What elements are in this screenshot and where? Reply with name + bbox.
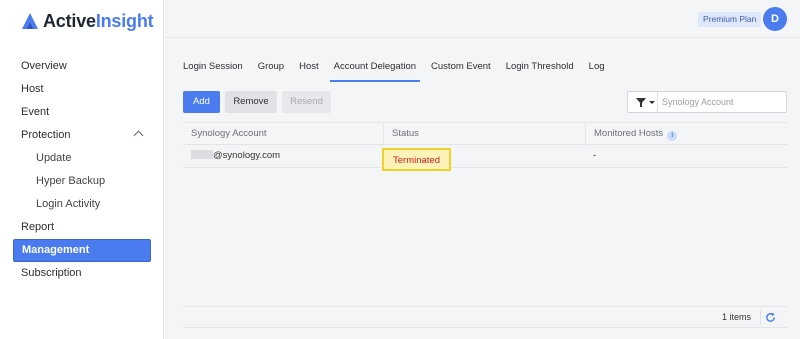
table-row[interactable]: @synology.com Terminated -: [183, 145, 787, 171]
sidebar: ActiveInsight Overview Host Event Protec…: [0, 0, 164, 339]
sidebar-item-update[interactable]: Update: [0, 147, 164, 170]
search-input[interactable]: [662, 94, 782, 110]
activeinsight-logo-icon: [22, 13, 38, 29]
refresh-icon[interactable]: [765, 312, 776, 323]
chevron-up-icon[interactable]: [133, 130, 144, 141]
redacted-username: [191, 150, 213, 159]
sidebar-item-overview[interactable]: Overview: [0, 55, 164, 78]
tab-log[interactable]: Log: [589, 56, 605, 82]
search-box: [627, 91, 787, 113]
delegation-table: Synology Account Status Monitored Hosts i…: [183, 122, 787, 171]
info-icon[interactable]: i: [667, 131, 678, 141]
sidebar-item-subscription[interactable]: Subscription: [0, 262, 164, 285]
status-badge: Terminated: [382, 148, 451, 171]
sidebar-nav: Overview Host Event Protection Update Hy…: [0, 55, 164, 285]
filter-button[interactable]: [628, 92, 658, 112]
sidebar-item-host[interactable]: Host: [0, 78, 164, 101]
brand-name: ActiveInsight: [43, 10, 154, 31]
account-cell: @synology.com: [183, 145, 383, 168]
remove-button[interactable]: Remove: [225, 91, 277, 113]
monitored-hosts-cell: -: [593, 150, 597, 161]
table-footer: 1 items: [183, 306, 787, 328]
divider: [760, 310, 761, 325]
brand-logo[interactable]: ActiveInsight: [21, 10, 154, 32]
column-header-monitored-hosts[interactable]: Monitored Hosts i: [585, 123, 787, 146]
tab-group[interactable]: Group: [258, 56, 284, 82]
resend-button[interactable]: Resend: [282, 91, 331, 113]
add-button[interactable]: Add: [183, 91, 220, 113]
plan-badge[interactable]: Premium Plan: [698, 12, 762, 27]
item-count: 1 items: [721, 312, 751, 322]
sidebar-item-management[interactable]: Management: [13, 239, 151, 262]
sidebar-item-hyper-backup[interactable]: Hyper Backup: [0, 170, 164, 193]
tab-custom-event[interactable]: Custom Event: [431, 56, 491, 82]
top-bar: Premium Plan D: [165, 0, 800, 38]
tab-bar: Login Session Group Host Account Delegat…: [183, 56, 620, 82]
caret-down-icon: [649, 101, 655, 104]
tab-account-delegation[interactable]: Account Delegation: [329, 56, 421, 82]
column-header-status[interactable]: Status: [383, 123, 585, 146]
table-header-row: Synology Account Status Monitored Hosts i: [183, 122, 787, 146]
tab-login-session[interactable]: Login Session: [183, 56, 243, 82]
column-header-account[interactable]: Synology Account: [183, 123, 383, 146]
sidebar-item-event[interactable]: Event: [0, 101, 164, 124]
sidebar-item-protection[interactable]: Protection: [0, 124, 164, 147]
avatar[interactable]: D: [763, 7, 787, 31]
tab-login-threshold[interactable]: Login Threshold: [506, 56, 574, 82]
tab-host[interactable]: Host: [299, 56, 319, 82]
filter-icon-stem: [640, 103, 642, 107]
sidebar-item-login-activity[interactable]: Login Activity: [0, 193, 164, 216]
sidebar-item-report[interactable]: Report: [0, 216, 164, 239]
